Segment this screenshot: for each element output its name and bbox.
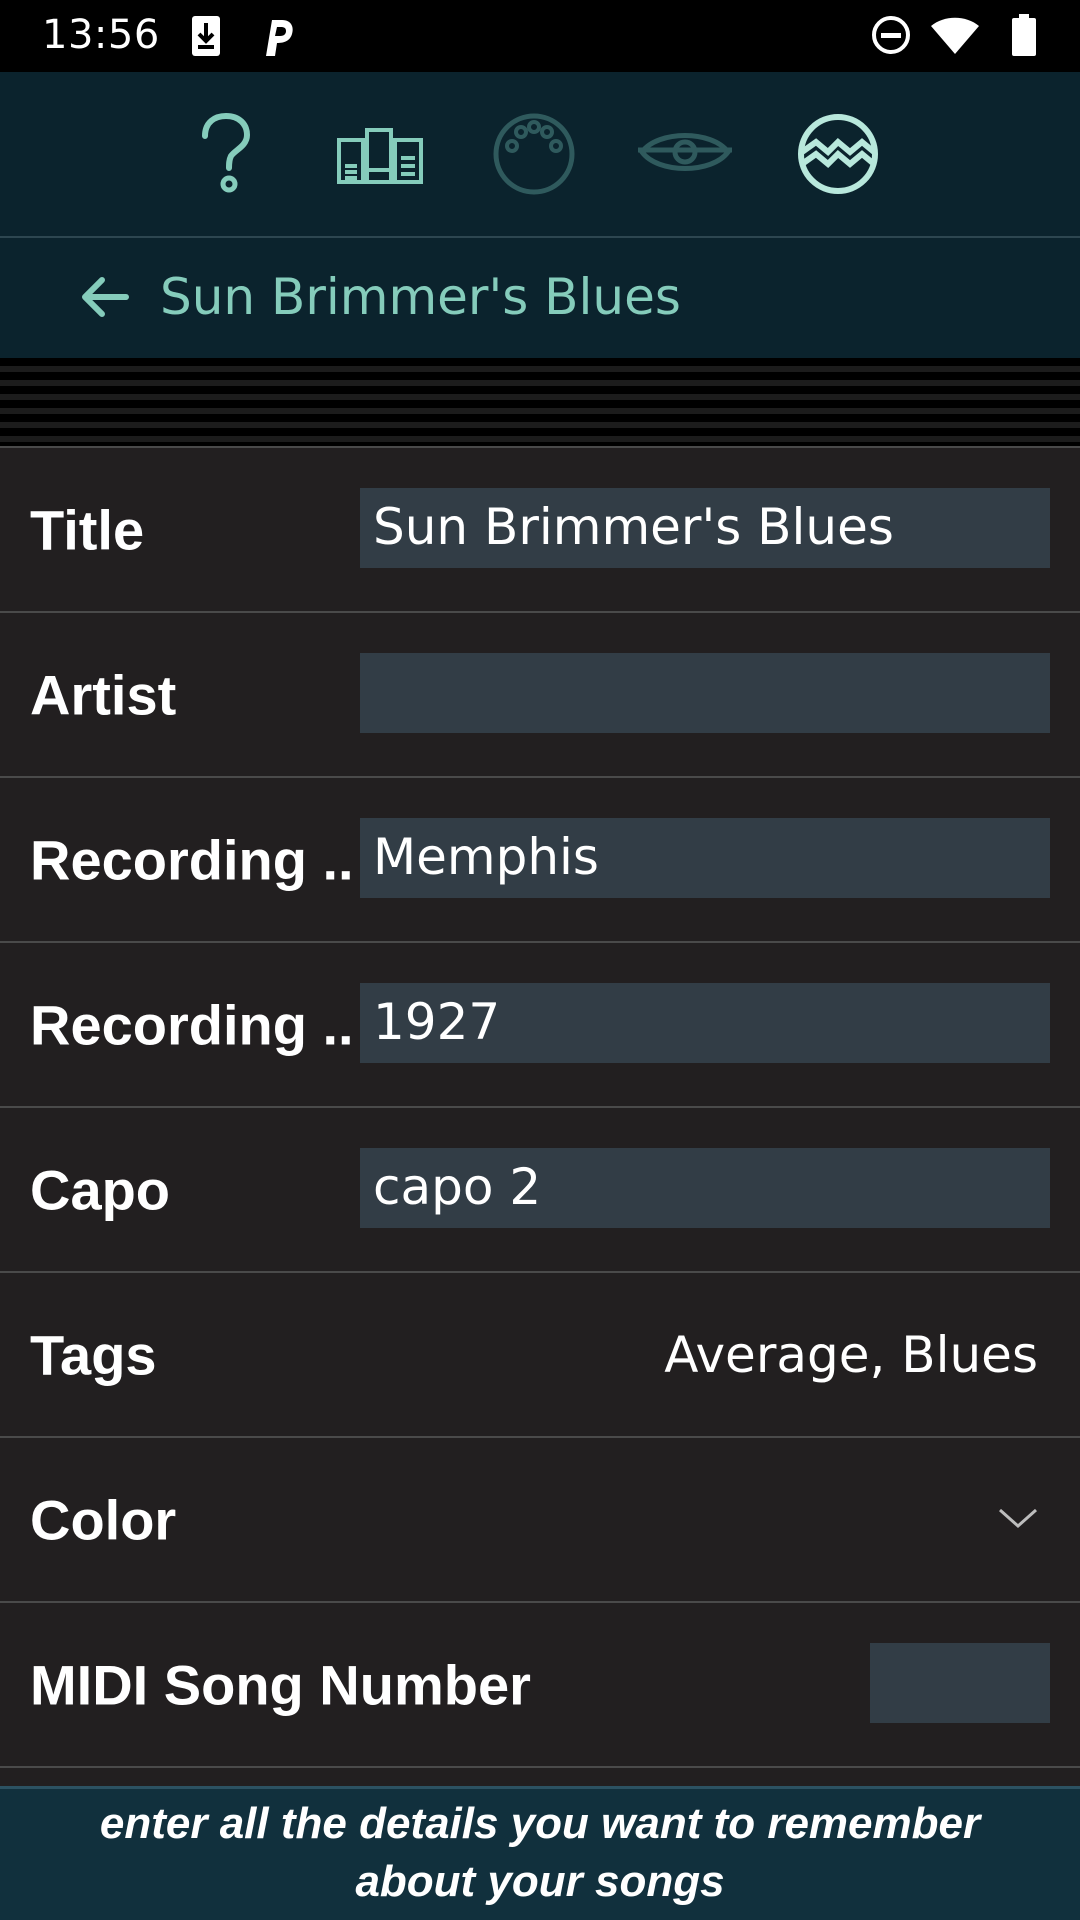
- hint-text: enter all the details you want to rememb…: [0, 1795, 1080, 1911]
- page-title: Sun Brimmer's Blues: [160, 268, 681, 326]
- chevron-down-icon[interactable]: [996, 1496, 1040, 1540]
- color-label: Color: [30, 1488, 177, 1551]
- recording-location-input[interactable]: Memphis: [360, 818, 1050, 898]
- artist-input[interactable]: [360, 653, 1050, 733]
- header: Sun Brimmer's Blues: [0, 238, 1080, 358]
- capo-label: Capo: [30, 1158, 170, 1221]
- midi-icon[interactable]: [492, 112, 576, 201]
- wifi-icon: [930, 16, 980, 61]
- help-icon[interactable]: [195, 112, 257, 201]
- hint-line-1: enter all the details you want to rememb…: [99, 1799, 981, 1848]
- recording-year-row: Recording ... 1927: [0, 941, 1080, 1106]
- toolbar: [0, 72, 1080, 238]
- capo-input[interactable]: capo 2: [360, 1148, 1050, 1228]
- parking-icon: [260, 14, 296, 63]
- color-row[interactable]: Color: [0, 1436, 1080, 1601]
- app-logo-icon[interactable]: [796, 112, 880, 201]
- download-icon: [190, 14, 222, 63]
- hint-line-2: about your songs: [355, 1857, 725, 1906]
- eye-icon[interactable]: [638, 124, 732, 189]
- hint-banner: enter all the details you want to rememb…: [0, 1786, 1080, 1920]
- header-stripes-divider: [0, 358, 1080, 446]
- capo-row: Capo capo 2: [0, 1106, 1080, 1271]
- recording-location-row: Recording ... Memphis: [0, 776, 1080, 941]
- midi-song-number-row: MIDI Song Number: [0, 1601, 1080, 1766]
- battery-icon: [1010, 14, 1038, 63]
- do-not-disturb-icon: [870, 14, 912, 61]
- tags-label: Tags: [30, 1323, 157, 1386]
- recording-year-label: Recording ...: [30, 993, 350, 1056]
- status-time: 13:56: [42, 12, 160, 58]
- recording-year-input[interactable]: 1927: [360, 983, 1050, 1063]
- midi-song-number-input[interactable]: [870, 1643, 1050, 1723]
- tags-value[interactable]: Average, Blues: [664, 1326, 1038, 1384]
- tags-row[interactable]: Tags Average, Blues: [0, 1271, 1080, 1436]
- title-row: Title Sun Brimmer's Blues: [0, 446, 1080, 611]
- title-input[interactable]: Sun Brimmer's Blues: [360, 488, 1050, 568]
- song-library-icon[interactable]: [337, 128, 423, 189]
- status-bar: 13:56: [0, 0, 1080, 72]
- title-label: Title: [30, 498, 145, 561]
- back-arrow-icon[interactable]: [70, 262, 140, 332]
- artist-row: Artist: [0, 611, 1080, 776]
- artist-label: Artist: [30, 663, 177, 726]
- midi-song-number-label: MIDI Song Number: [30, 1653, 531, 1716]
- form-bottom-divider: [0, 1766, 1080, 1786]
- song-details-form: Title Sun Brimmer's Blues Artist Recordi…: [0, 446, 1080, 1786]
- recording-location-label: Recording ...: [30, 828, 350, 891]
